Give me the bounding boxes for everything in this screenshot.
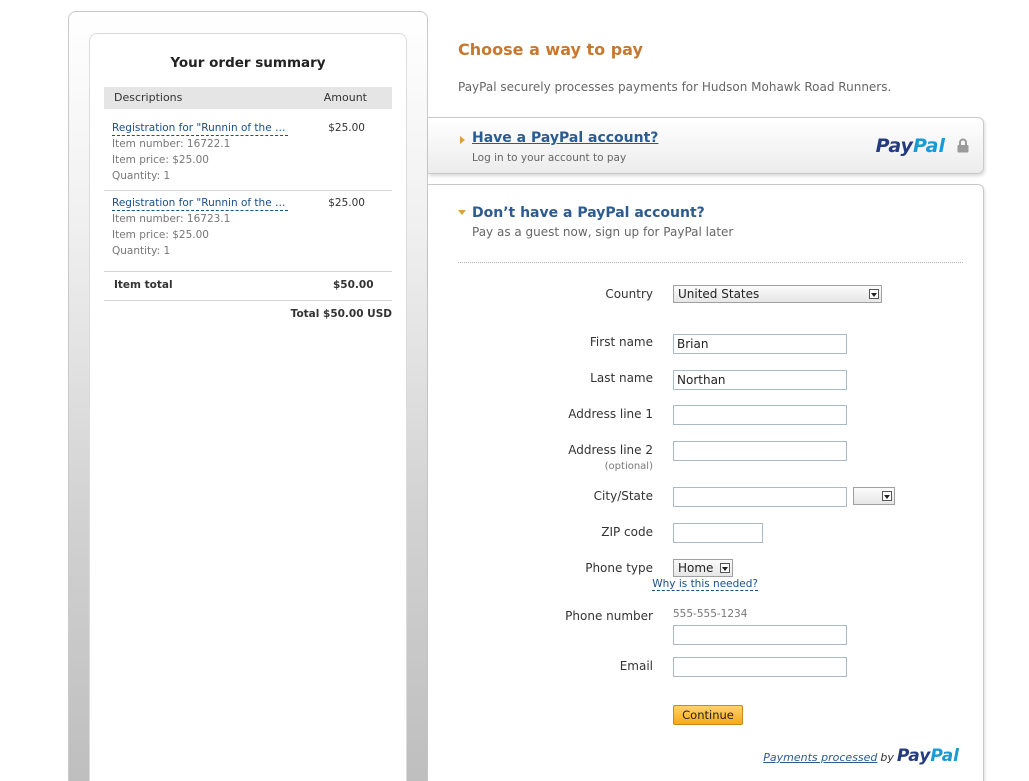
city-input[interactable] bbox=[673, 487, 847, 507]
phone-type-value: Home bbox=[678, 561, 714, 575]
phone-type-label: Phone type bbox=[585, 561, 653, 575]
order-item-number: Item number: 16723.1 bbox=[112, 213, 231, 225]
order-item-link[interactable]: Registration for "Runnin of the Gre... bbox=[112, 122, 288, 136]
guest-subtitle: Pay as a guest now, sign up for PayPal l… bbox=[472, 225, 734, 239]
order-summary-header: Descriptions Amount bbox=[104, 87, 392, 109]
state-select[interactable] bbox=[853, 487, 895, 505]
why-is-this-needed-link[interactable]: Why is this needed? bbox=[558, 578, 758, 591]
have-paypal-account-link[interactable]: Have a PayPal account? bbox=[472, 130, 658, 146]
phone-number-label: Phone number bbox=[565, 609, 653, 623]
section-divider bbox=[458, 262, 963, 263]
lock-icon bbox=[957, 138, 969, 153]
phone-type-select[interactable]: Home bbox=[673, 559, 733, 577]
order-summary-title: Your order summary bbox=[170, 55, 326, 71]
paypal-account-section[interactable]: Have a PayPal account? Log in to your ac… bbox=[428, 117, 984, 174]
order-item-quantity: Quantity: 1 bbox=[112, 170, 171, 182]
paypal-logo: PayPal bbox=[896, 746, 959, 766]
last-name-label: Last name bbox=[590, 371, 653, 385]
city-state-label: City/State bbox=[593, 489, 653, 503]
item-divider bbox=[104, 190, 392, 191]
zip-code-label: ZIP code bbox=[601, 525, 653, 539]
no-paypal-account-title[interactable]: Don’t have a PayPal account? bbox=[472, 205, 705, 221]
dropdown-arrow-icon bbox=[869, 289, 879, 299]
dropdown-arrow-icon bbox=[882, 491, 892, 501]
country-value: United States bbox=[678, 287, 760, 301]
order-item-number: Item number: 16722.1 bbox=[112, 138, 231, 150]
item-total-value: $50.00 bbox=[333, 279, 374, 291]
item-total-label: Item total bbox=[114, 279, 173, 291]
payment-subtitle: PayPal securely processes payments for H… bbox=[458, 80, 892, 94]
order-item-unit-price: Item price: $25.00 bbox=[112, 154, 209, 166]
order-item-unit-price: Item price: $25.00 bbox=[112, 229, 209, 241]
zip-code-input[interactable] bbox=[673, 523, 763, 543]
email-label: Email bbox=[619, 659, 653, 673]
last-name-input[interactable]: Northan bbox=[673, 370, 847, 390]
first-name-input[interactable]: Brian bbox=[673, 334, 847, 354]
grand-total: Total $50.00 USD bbox=[290, 308, 392, 320]
address-line-1-label: Address line 1 bbox=[568, 407, 653, 421]
dropdown-arrow-icon bbox=[720, 563, 730, 573]
address-line-2-input[interactable] bbox=[673, 441, 847, 461]
order-item-price: $25.00 bbox=[328, 122, 365, 134]
phone-number-hint: 555-555-1234 bbox=[673, 608, 748, 620]
order-item-link[interactable]: Registration for "Runnin of the Gre... bbox=[112, 197, 288, 211]
paypal-logo: PayPal bbox=[875, 135, 945, 157]
phone-number-input[interactable] bbox=[673, 625, 847, 645]
address-line-2-optional-note: (optional) bbox=[604, 461, 653, 472]
payments-processed-link[interactable]: Payments processed bbox=[763, 751, 877, 764]
triangle-down-icon bbox=[458, 210, 466, 215]
total-divider bbox=[104, 300, 392, 301]
by-text: by bbox=[880, 751, 894, 764]
payments-processed-footer: Payments processed by PayPal bbox=[763, 746, 959, 766]
guest-checkout-section: Don’t have a PayPal account? Pay as a gu… bbox=[428, 184, 984, 781]
email-input[interactable] bbox=[673, 657, 847, 677]
login-subtitle: Log in to your account to pay bbox=[472, 152, 627, 164]
descriptions-header: Descriptions bbox=[114, 91, 183, 104]
address-line-1-input[interactable] bbox=[673, 405, 847, 425]
payment-title: Choose a way to pay bbox=[458, 40, 643, 59]
address-line-2-label: Address line 2 bbox=[568, 443, 653, 457]
order-item-quantity: Quantity: 1 bbox=[112, 245, 171, 257]
country-select[interactable]: United States bbox=[673, 285, 882, 303]
amount-header: Amount bbox=[323, 91, 367, 104]
order-item-price: $25.00 bbox=[328, 197, 365, 209]
order-item: Registration for "Runnin of the Gre... $… bbox=[104, 122, 392, 184]
first-name-label: First name bbox=[589, 335, 653, 349]
order-item: Registration for "Runnin of the Gre... $… bbox=[104, 197, 392, 259]
triangle-right-icon bbox=[460, 136, 465, 144]
item-divider bbox=[104, 271, 392, 272]
country-label: Country bbox=[605, 287, 653, 301]
continue-button[interactable]: Continue bbox=[673, 705, 743, 725]
